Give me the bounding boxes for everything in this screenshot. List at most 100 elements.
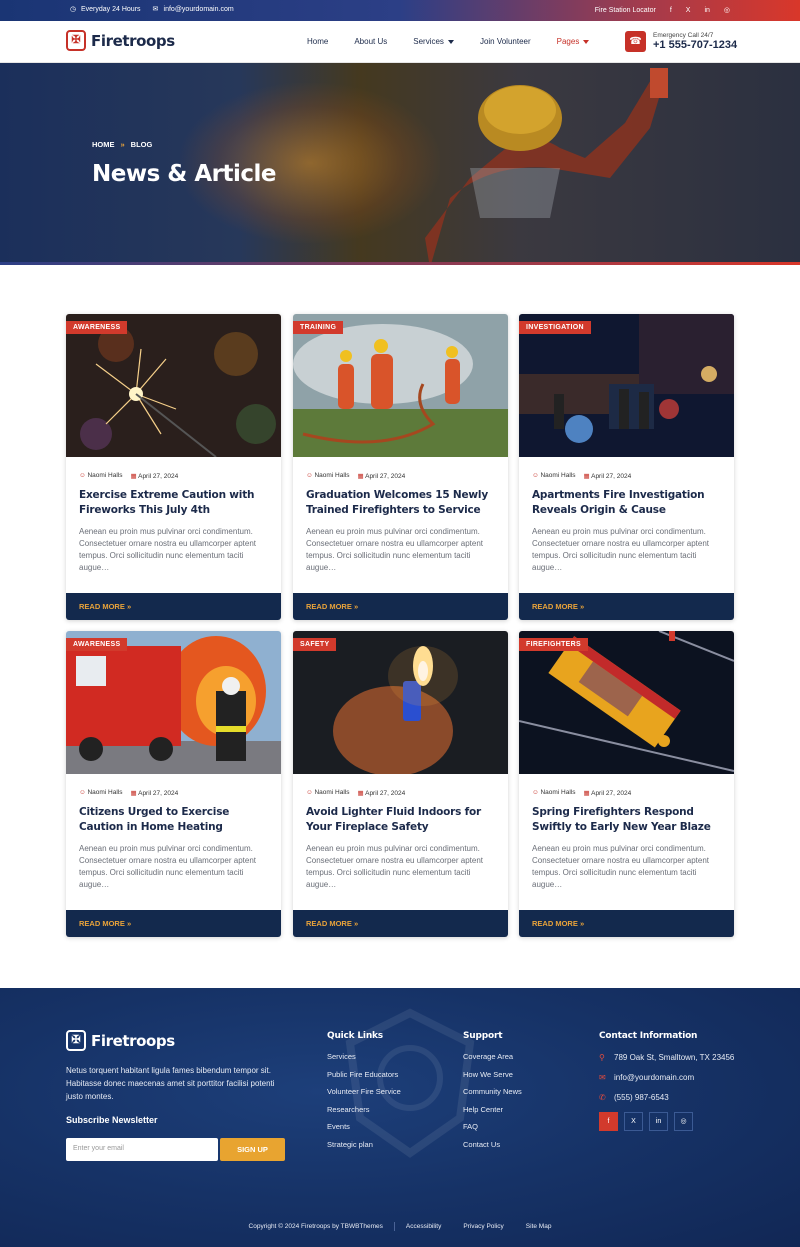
breadcrumb-home[interactable]: HOME	[92, 140, 115, 149]
fire-station-locator-link[interactable]: Fire Station Locator	[595, 7, 656, 14]
emergency-phone[interactable]: +1 555-707-1234	[653, 39, 737, 51]
author[interactable]: ☺ Naomi Halls	[306, 789, 350, 797]
post-image[interactable]	[66, 314, 281, 457]
email-text[interactable]: info@yourdomain.com	[614, 1072, 694, 1084]
contact-email[interactable]: ✉ info@yourdomain.com	[599, 1072, 739, 1084]
category-tag[interactable]: SAFETY	[293, 638, 337, 651]
x-icon[interactable]: X	[624, 1112, 643, 1131]
nav-about[interactable]: About Us	[354, 37, 387, 46]
author-name[interactable]: Naomi Halls	[87, 472, 122, 479]
footer-link[interactable]: Community News	[463, 1087, 522, 1098]
signup-button[interactable]: SIGN UP	[220, 1138, 285, 1161]
facebook-icon[interactable]: f	[670, 7, 672, 14]
nav-home-label: Home	[307, 37, 329, 46]
read-more-button[interactable]: READ MORE »	[66, 910, 281, 937]
accessibility-link[interactable]: Accessibility	[395, 1223, 452, 1230]
author-name[interactable]: Naomi Halls	[540, 472, 575, 479]
footer-link[interactable]: How We Serve	[463, 1070, 522, 1081]
blog-card[interactable]: AWARENESS ☺ Naomi Halls ▦ April 27, 2024 Ci…	[66, 631, 281, 937]
post-title[interactable]: Avoid Lighter Fluid Indoors for Your Fir…	[306, 805, 496, 835]
category-tag[interactable]: INVESTIGATION	[519, 321, 591, 334]
logo[interactable]: ✠ Firetroops	[66, 30, 175, 51]
site-map-link[interactable]: Site Map	[515, 1223, 563, 1230]
x-icon[interactable]: X	[686, 7, 691, 14]
newsletter-email-input[interactable]: Enter your email	[66, 1138, 218, 1161]
footer-link[interactable]: Volunteer Fire Service	[327, 1087, 401, 1098]
nav-services[interactable]: Services	[413, 37, 454, 46]
phone-text[interactable]: (555) 987-6543	[614, 1092, 669, 1104]
footer-social: f X in ◎	[599, 1112, 739, 1131]
post-title[interactable]: Spring Firefighters Respond Swiftly to E…	[532, 805, 722, 835]
instagram-icon[interactable]: ◎	[724, 6, 730, 14]
post-title[interactable]: Graduation Welcomes 15 Newly Trained Fir…	[306, 488, 496, 518]
category-tag[interactable]: FIREFIGHTERS	[519, 638, 588, 651]
category-tag[interactable]: AWARENESS	[66, 638, 128, 651]
footer-link[interactable]: Strategic plan	[327, 1140, 401, 1151]
footer-link[interactable]: FAQ	[463, 1122, 522, 1133]
email-info[interactable]: ✉ info@yourdomain.com	[153, 6, 234, 13]
post-title[interactable]: Apartments Fire Investigation Reveals Or…	[532, 488, 722, 518]
post-image[interactable]	[519, 631, 734, 774]
nav-home[interactable]: Home	[307, 37, 328, 46]
location-pin-icon: ⚲	[599, 1053, 605, 1062]
footer-link[interactable]: Help Center	[463, 1105, 522, 1116]
post-image[interactable]	[293, 631, 508, 774]
facebook-icon[interactable]: f	[599, 1112, 618, 1131]
mail-icon: ✉	[152, 6, 159, 13]
calendar-icon: ▦	[357, 790, 364, 797]
user-icon: ☺	[306, 789, 313, 796]
blog-card[interactable]: AWARENESS ☺ Naomi Halls ▦ April 27, 2024 Ex…	[66, 314, 281, 620]
footer-link[interactable]: Events	[327, 1122, 401, 1133]
linkedin-icon[interactable]: in	[649, 1112, 668, 1131]
instagram-icon[interactable]: ◎	[674, 1112, 693, 1131]
privacy-policy-link[interactable]: Privacy Policy	[452, 1223, 514, 1230]
footer-link[interactable]: Coverage Area	[463, 1052, 522, 1063]
post-excerpt: Aenean eu proin mus pulvinar orci condim…	[306, 527, 483, 572]
author-name[interactable]: Naomi Halls	[314, 472, 349, 479]
breadcrumb-current: BLOG	[130, 140, 153, 149]
footer-logo[interactable]: ✠ Firetroops	[66, 1030, 175, 1051]
blog-card[interactable]: TRAINING ☺ Naomi Halls ▦ April 27, 2024 Gra…	[293, 314, 508, 620]
post-image[interactable]	[293, 314, 508, 457]
emergency-call[interactable]: ☎ Emergency Call 24/7 +1 555-707-1234	[625, 31, 737, 52]
blog-card[interactable]: FIREFIGHTERS ☺ Naomi Halls ▦ April 27, 202…	[519, 631, 734, 937]
email-text[interactable]: info@yourdomain.com	[164, 6, 234, 13]
post-title[interactable]: Exercise Extreme Caution with Fireworks …	[79, 488, 269, 518]
footer-link[interactable]: Services	[327, 1052, 401, 1063]
post-image[interactable]	[519, 314, 734, 457]
read-more-button[interactable]: READ MORE »	[293, 910, 508, 937]
post-title[interactable]: Citizens Urged to Exercise Caution in Ho…	[79, 805, 269, 835]
nav-join-volunteer[interactable]: Join Volunteer	[480, 37, 531, 46]
footer-link[interactable]: Public Fire Educators	[327, 1070, 401, 1081]
linkedin-icon[interactable]: in	[704, 7, 709, 14]
blog-card[interactable]: INVESTIGATION ☺ Naomi Halls ▦ April 27, 20…	[519, 314, 734, 620]
footer-link[interactable]: Researchers	[327, 1105, 401, 1116]
post-date: April 27, 2024	[591, 790, 632, 797]
read-more-button[interactable]: READ MORE »	[519, 593, 734, 620]
author[interactable]: ☺ Naomi Halls	[532, 472, 576, 480]
date: ▦ April 27, 2024	[131, 789, 179, 797]
nav-pages[interactable]: Pages	[557, 37, 590, 46]
read-more-button[interactable]: READ MORE »	[293, 593, 508, 620]
category-tag[interactable]: AWARENESS	[66, 321, 128, 334]
blog-card[interactable]: SAFETY ☺ Naomi Halls ▦ April 27, 2024 Avoid…	[293, 631, 508, 937]
main-header: ✠ Firetroops Home About Us Services Join…	[0, 21, 800, 63]
post-image[interactable]	[66, 631, 281, 774]
author[interactable]: ☺ Naomi Halls	[79, 789, 123, 797]
contact-phone[interactable]: ✆ (555) 987-6543	[599, 1092, 739, 1104]
author-name[interactable]: Naomi Halls	[87, 789, 122, 796]
author[interactable]: ☺ Naomi Halls	[532, 789, 576, 797]
read-more-button[interactable]: READ MORE »	[519, 910, 734, 937]
category-tag[interactable]: TRAINING	[293, 321, 344, 334]
author[interactable]: ☺ Naomi Halls	[79, 472, 123, 480]
author-name[interactable]: Naomi Halls	[540, 789, 575, 796]
emergency-label: Emergency Call 24/7	[653, 32, 714, 39]
user-icon: ☺	[532, 472, 539, 479]
author[interactable]: ☺ Naomi Halls	[306, 472, 350, 480]
author-name[interactable]: Naomi Halls	[314, 789, 349, 796]
read-more-button[interactable]: READ MORE »	[66, 593, 281, 620]
clock-icon: ◷	[70, 6, 77, 13]
phone-icon: ✆	[599, 1093, 606, 1102]
date: ▦ April 27, 2024	[584, 789, 632, 797]
footer-link[interactable]: Contact Us	[463, 1140, 522, 1151]
